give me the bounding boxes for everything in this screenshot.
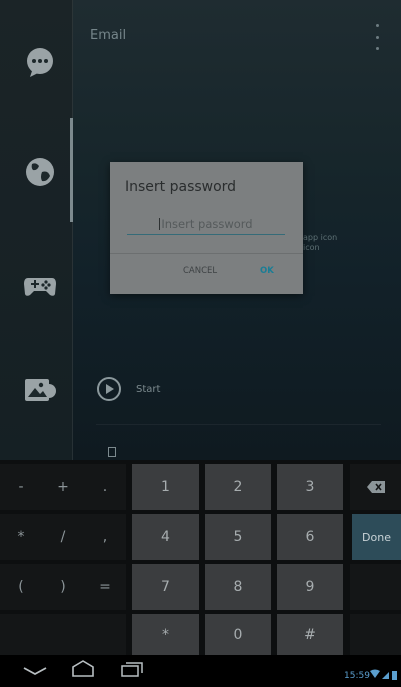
key-slash[interactable]: / (42, 514, 84, 560)
app-title: Email (90, 28, 127, 43)
key-6[interactable]: 6 (277, 514, 343, 560)
key-4[interactable]: 4 (132, 514, 199, 560)
screen: Email app icon icon Start Insert passwor… (0, 0, 401, 687)
list-divider (96, 424, 381, 425)
home-icon[interactable] (70, 659, 96, 679)
dialog-title: Insert password (125, 179, 237, 195)
key-open-paren[interactable]: ( (0, 564, 42, 610)
navigation-rail (0, 0, 73, 460)
status-clock: 15:59 (344, 671, 370, 681)
key-asterisk[interactable]: * (0, 514, 42, 560)
key-minus[interactable]: - (0, 464, 42, 510)
password-input[interactable]: Insert password (127, 214, 285, 235)
key-2[interactable]: 2 (205, 464, 271, 510)
key-7[interactable]: 7 (132, 564, 199, 610)
gamepad-icon[interactable] (22, 266, 58, 302)
key-comma[interactable]: , (84, 514, 126, 560)
key-hash[interactable]: # (277, 614, 343, 655)
backspace-key[interactable] (350, 464, 401, 510)
dialog-divider (110, 253, 303, 254)
status-icons (370, 669, 397, 680)
key-plus[interactable]: + (42, 464, 84, 510)
hint-text: app icon icon (303, 233, 337, 253)
key-9[interactable]: 9 (277, 564, 343, 610)
key-star[interactable]: * (132, 614, 199, 655)
cancel-button[interactable]: CANCEL (183, 266, 217, 276)
hint-line-2: icon (303, 243, 320, 252)
key-3[interactable]: 3 (277, 464, 343, 510)
globe-icon[interactable] (22, 154, 58, 190)
backspace-icon (366, 481, 385, 493)
document-icon (108, 447, 116, 457)
gallery-icon[interactable] (22, 372, 58, 408)
password-dialog: Insert password Insert password CANCEL O… (110, 162, 303, 294)
key-5[interactable]: 5 (205, 514, 271, 560)
key-blank-right[interactable] (350, 564, 401, 610)
key-space[interactable] (0, 614, 126, 655)
rail-selection-indicator (70, 118, 73, 222)
key-blank-bottom-right[interactable] (350, 614, 401, 655)
key-8[interactable]: 8 (205, 564, 271, 610)
recent-apps-icon[interactable] (119, 660, 145, 678)
ok-button[interactable]: OK (260, 266, 274, 276)
system-navigation-bar (0, 655, 401, 687)
key-0[interactable]: 0 (205, 614, 271, 655)
start-item[interactable]: Start (96, 376, 160, 402)
wifi-icon (370, 669, 380, 678)
signal-icon (382, 672, 389, 679)
password-placeholder: Insert password (161, 217, 253, 231)
chat-bubble-icon[interactable] (22, 44, 58, 80)
battery-icon (392, 671, 397, 680)
key-equals[interactable]: = (84, 564, 126, 610)
hint-line-1: app icon (303, 233, 338, 242)
overflow-menu-icon[interactable] (372, 24, 382, 50)
key-1[interactable]: 1 (132, 464, 199, 510)
play-circle-icon (97, 377, 121, 401)
back-chevron-icon[interactable] (22, 665, 48, 677)
numeric-keyboard: - + . 1 2 3 * / , 4 5 6 Done ( ) = 7 8 9… (0, 460, 401, 655)
done-key[interactable]: Done (352, 514, 401, 560)
key-period[interactable]: . (84, 464, 126, 510)
key-close-paren[interactable]: ) (42, 564, 84, 610)
start-label: Start (136, 383, 161, 395)
